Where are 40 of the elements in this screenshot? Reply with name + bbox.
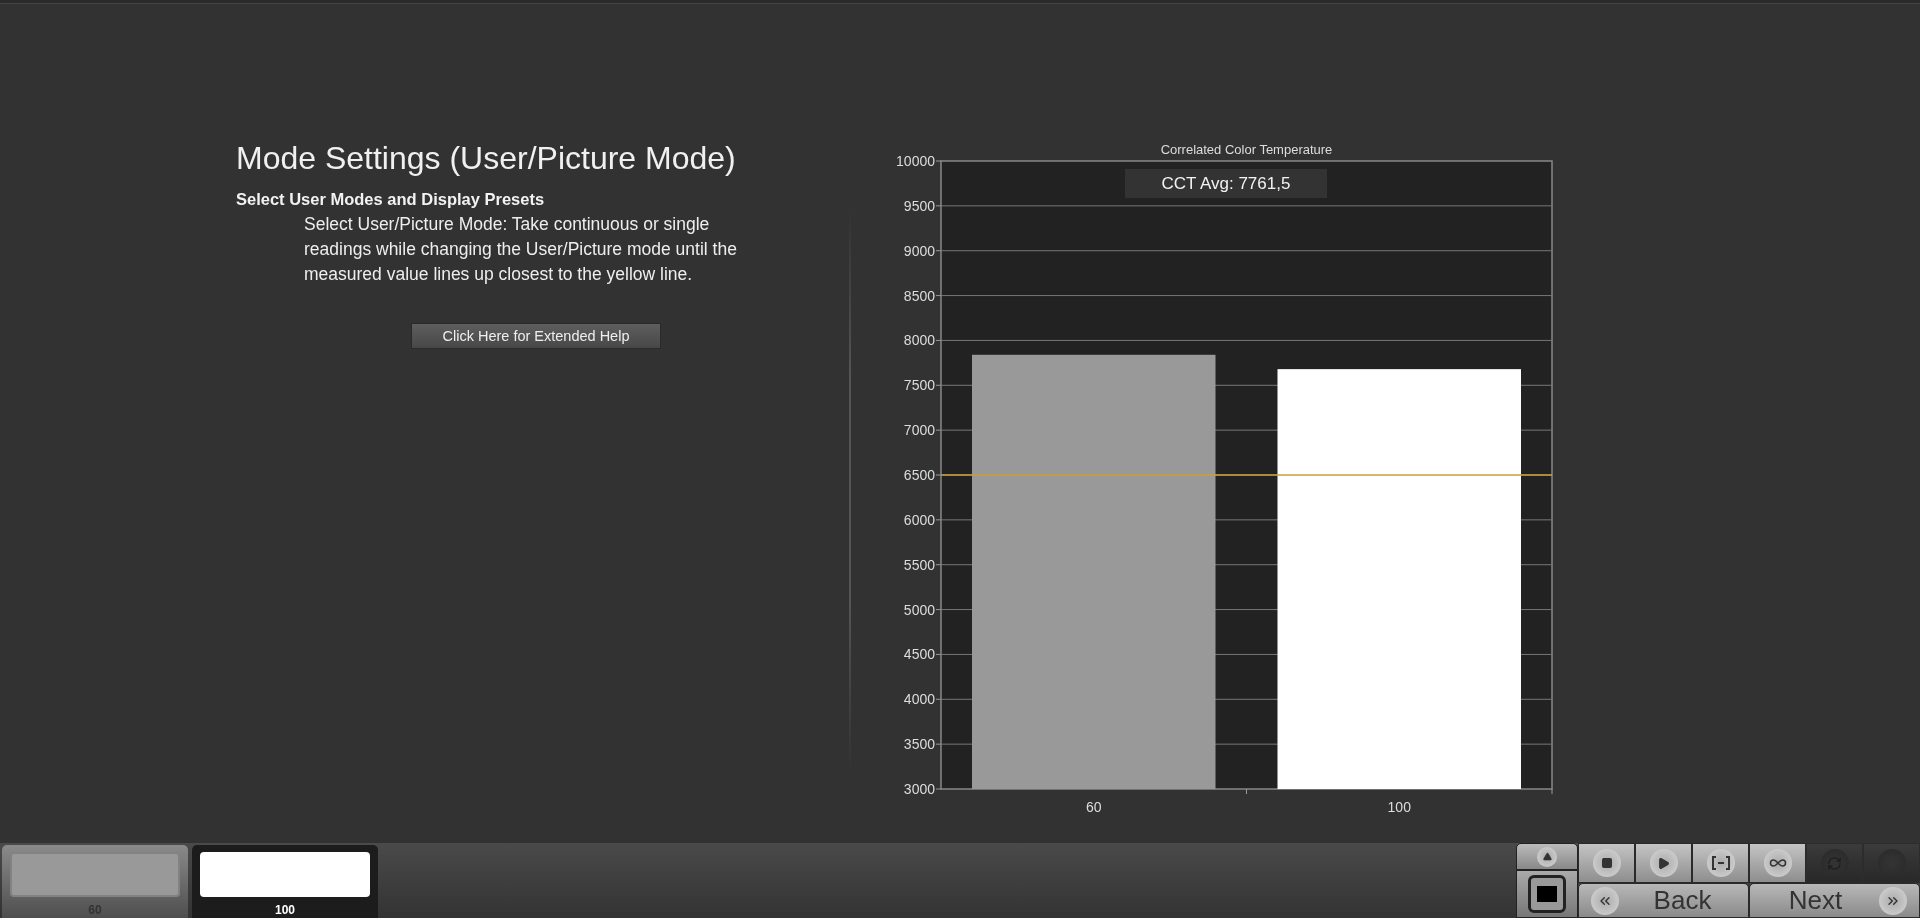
infinity-icon (1763, 849, 1792, 877)
pattern-tile[interactable]: 100 (192, 845, 378, 918)
axis-label: 100 (1387, 799, 1411, 815)
tile-label: 100 (274, 903, 296, 917)
axis-label: 60 (1085, 799, 1102, 815)
axis-label: 8500 (903, 287, 935, 304)
next-button[interactable]: Next (1749, 883, 1920, 918)
back-button[interactable]: Back (1578, 883, 1749, 918)
axis-label: 4500 (903, 646, 935, 663)
instructions-text: Select User/Picture Mode: Take continuous or single readings while changing the User/Picture mode until the measured value lines up closest to the yellow line. (304, 213, 738, 286)
axis-label: 7500 (903, 377, 935, 394)
axis-label: 4000 (903, 691, 935, 708)
chevrons-right-icon (1879, 886, 1907, 915)
chart-title: Correlated Color Temperature (1160, 142, 1333, 157)
average-label: CCT Avg: 7761,5 (1125, 169, 1327, 198)
axis-label: 5000 (903, 601, 935, 618)
axis-label: 5500 (903, 556, 935, 573)
help-button[interactable]: Click Here for Extended Help (411, 323, 661, 349)
stop-icon (1528, 875, 1566, 913)
axis-label: 7000 (903, 422, 935, 439)
axis-label: 3500 (903, 736, 935, 753)
play-icon (1649, 849, 1678, 877)
axis-label: 8000 (903, 332, 935, 349)
axis-label: 3000 (903, 781, 935, 797)
toolbar-button[interactable] (1692, 843, 1749, 883)
chevrons-left-icon (1591, 886, 1619, 915)
up-button[interactable] (1516, 843, 1578, 870)
toolbar-button[interactable] (1749, 843, 1806, 883)
stop-button[interactable] (1516, 870, 1578, 918)
bracket-icon (1706, 849, 1735, 877)
axis-label: 9500 (903, 197, 935, 214)
stop-icon (1592, 849, 1621, 877)
page-title: Mode Settings (User/Picture Mode) (236, 139, 737, 178)
axis-label: 10000 (896, 153, 935, 169)
section-heading: Select User Modes and Display Presets (236, 190, 546, 209)
toolbar-button[interactable] (1578, 843, 1635, 883)
axis-label: 6000 (903, 511, 935, 528)
axis-label: 9000 (903, 242, 935, 259)
axis-label: 6500 (903, 467, 935, 483)
toolbar-button[interactable] (1635, 843, 1692, 883)
